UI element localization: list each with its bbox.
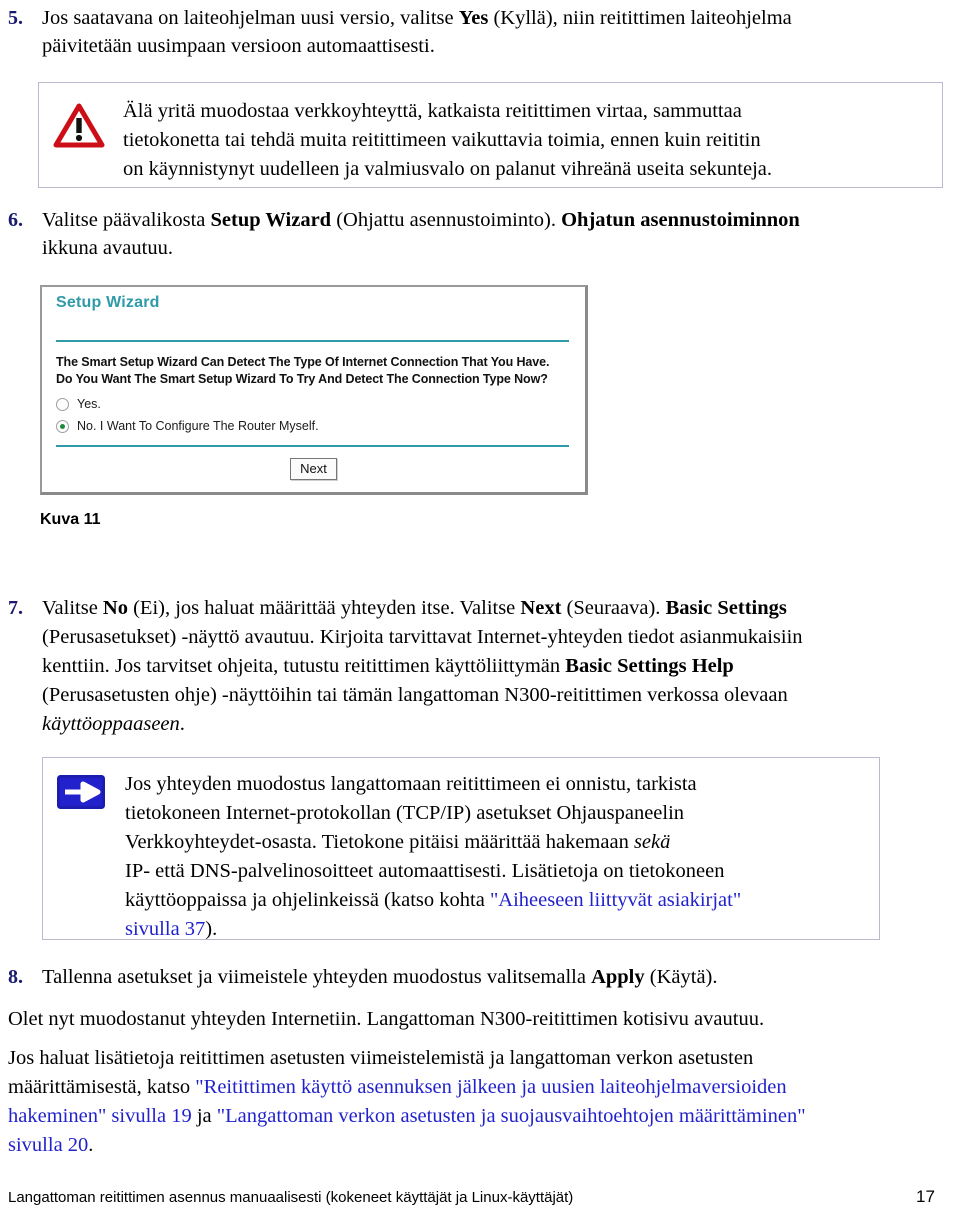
note-line-6-end: ).	[205, 918, 218, 940]
radio-no-label: No. I Want To Configure The Router Mysel…	[77, 419, 319, 433]
warning-triangle-svg	[53, 103, 105, 148]
step-7-line1-part1: Valitse	[42, 597, 103, 619]
step-7-line2: (Perusasetukset) -näyttö avautuu. Kirjoi…	[42, 626, 803, 648]
closing-paragraph-2: Jos haluat lisätietoja reitittimen asetu…	[8, 1044, 952, 1160]
step-8: 8. Tallenna asetukset ja viimeistele yht…	[8, 963, 938, 991]
radio-yes-label: Yes.	[77, 397, 101, 411]
note-line-4: IP- että DNS-palvelinosoitteet automaatt…	[125, 860, 725, 882]
step-8-text: Tallenna asetukset ja viimeistele yhteyd…	[42, 963, 718, 991]
note-callout-text: Jos yhteyden muodostus langattomaan reit…	[125, 770, 741, 944]
step-5-line2: päivitetään uusimpaan versioon automaatt…	[42, 35, 435, 57]
footer-divider	[0, 1169, 960, 1170]
step-7-basic-settings-help-label: Basic Settings Help	[565, 655, 734, 677]
step-7-line5-end: .	[179, 713, 185, 735]
footer-page-number: 17	[916, 1187, 935, 1206]
step-6-ohjatun-label: Ohjatun asennustoiminnon	[561, 209, 800, 231]
closing-link-router-usage[interactable]: "Reitittimen käyttö asennuksen jälkeen j…	[195, 1076, 786, 1098]
closing-p2-line4-end: .	[88, 1134, 94, 1156]
setup-wizard-footer-rule	[56, 445, 569, 447]
document-page: 5. Jos saatavana on laiteohjelman uusi v…	[0, 0, 960, 1218]
footer-title: Langattoman reitittimen asennus manuaali…	[8, 1189, 574, 1206]
radio-yes-icon[interactable]	[56, 397, 69, 411]
step-6-line1-part1: Valitse päävalikosta	[42, 209, 211, 231]
note-line-3-part1: Verkkoyhteydet-osasta. Tietokone pitäisi…	[125, 831, 634, 853]
setup-wizard-question-line-1: The Smart Setup Wizard Can Detect The Ty…	[56, 355, 550, 369]
step-5: 5. Jos saatavana on laiteohjelman uusi v…	[8, 4, 938, 60]
radio-no-icon[interactable]	[56, 419, 69, 433]
step-7-number: 7.	[8, 597, 23, 619]
setup-wizard-option-no[interactable]: No. I Want To Configure The Router Mysel…	[56, 419, 573, 433]
warning-line-1: Älä yritä muodostaa verkkoyhteyttä, katk…	[123, 100, 742, 122]
step-7: 7. Valitse No (Ei), jos haluat määrittää…	[8, 594, 948, 739]
note-arrow-svg	[57, 775, 105, 809]
step-6-line1-part2: (Ohjattu asennustoiminto).	[331, 209, 562, 231]
note-line-1: Jos yhteyden muodostus langattomaan reit…	[125, 773, 697, 795]
setup-wizard-option-yes[interactable]: Yes.	[56, 397, 573, 411]
step-6-text: Valitse päävalikosta Setup Wizard (Ohjat…	[42, 206, 800, 262]
closing-p2-line3-mid: ja	[191, 1105, 217, 1127]
figure-caption: Kuva 11	[40, 511, 101, 528]
closing-link-page-19[interactable]: hakeminen" sivulla 19	[8, 1105, 192, 1127]
step-7-line1-part3: (Seuraava).	[561, 597, 666, 619]
step-7-line4: (Perusasetusten ohje) -näyttöihin tai tä…	[42, 684, 788, 706]
step-7-next-label: Next	[520, 597, 562, 619]
setup-wizard-title: Setup Wizard	[56, 294, 160, 311]
step-7-line3-part1: kenttiin. Jos tarvitset ohjeita, tutustu…	[42, 655, 566, 677]
note-seka-italic: sekä	[633, 831, 671, 853]
step-7-basic-settings-label: Basic Settings	[665, 597, 787, 619]
warning-line-3: on käynnistynyt uudelleen ja valmiusvalo…	[123, 158, 772, 180]
setup-wizard-screenshot: Setup Wizard The Smart Setup Wizard Can …	[40, 285, 588, 495]
step-7-text: Valitse No (Ei), jos haluat määrittää yh…	[42, 594, 803, 739]
step-7-line1-part2: (Ei), jos haluat määrittää yhteyden itse…	[127, 597, 521, 619]
step-6-line2: ikkuna avautuu.	[42, 237, 173, 259]
closing-paragraph-1: Olet nyt muodostanut yhteyden Internetii…	[8, 1008, 765, 1030]
warning-triangle-icon	[53, 101, 105, 154]
note-callout: Jos yhteyden muodostus langattomaan reit…	[42, 757, 880, 940]
closing-link-page-20[interactable]: sivulla 20	[8, 1134, 88, 1156]
warning-line-2: tietokonetta tai tehdä muita reitittimee…	[123, 129, 761, 151]
note-line-2: tietokoneen Internet-protokollan (TCP/IP…	[125, 802, 685, 824]
closing-p2-line1: Jos haluat lisätietoja reitittimen asetu…	[8, 1047, 754, 1069]
step-5-number: 5.	[8, 7, 23, 29]
step-7-no-label: No	[102, 597, 128, 619]
step-6-number: 6.	[8, 209, 23, 231]
note-link-related-documents[interactable]: "Aiheeseen liittyvät asiakirjat"	[490, 889, 741, 911]
setup-wizard-question-line-2: Do You Want The Smart Setup Wizard To Tr…	[56, 372, 548, 386]
step-6: 6. Valitse päävalikosta Setup Wizard (Oh…	[8, 206, 938, 262]
note-arrow-icon	[57, 775, 105, 814]
next-button[interactable]: Next	[290, 458, 337, 480]
step-8-apply-label: Apply	[591, 966, 645, 988]
warning-callout-text: Älä yritä muodostaa verkkoyhteyttä, katk…	[123, 97, 772, 184]
step-5-line1-part2: (Kyllä), niin reitittimen laiteohjelma	[488, 7, 792, 29]
step-5-line1-part1: Jos saatavana on laiteohjelman uusi vers…	[42, 7, 459, 29]
closing-link-wireless-settings[interactable]: "Langattoman verkon asetusten ja suojaus…	[217, 1105, 806, 1127]
step-6-setup-wizard-label: Setup Wizard	[210, 209, 332, 231]
step-8-number: 8.	[8, 966, 23, 988]
step-8-line1-part2: (Käytä).	[644, 966, 718, 988]
step-8-line1-part1: Tallenna asetukset ja viimeistele yhteyd…	[42, 966, 592, 988]
note-line-5-part1: käyttöoppaissa ja ohjelinkeissä (katso k…	[125, 889, 490, 911]
closing-p2-line2-part1: määrittämisestä, katso	[8, 1076, 196, 1098]
warning-callout: Älä yritä muodostaa verkkoyhteyttä, katk…	[38, 82, 943, 188]
step-5-text: Jos saatavana on laiteohjelman uusi vers…	[42, 4, 792, 60]
step-5-yes-label: Yes	[458, 7, 489, 29]
step-7-kayttooppaaseen: käyttöoppaaseen	[42, 713, 180, 735]
note-link-page-37[interactable]: sivulla 37	[125, 918, 205, 940]
